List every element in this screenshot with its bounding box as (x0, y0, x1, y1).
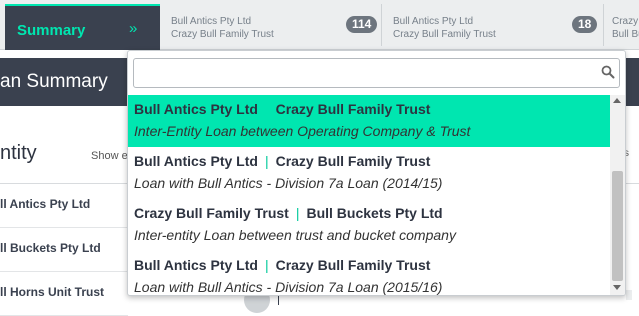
option-separator: | (264, 153, 269, 169)
option-item[interactable]: Crazy Bull Family Trust | Bull Buckets Pty… (128, 199, 610, 251)
entity-row[interactable]: ll Antics Pty Ltd (0, 184, 128, 228)
option-item[interactable]: Bull Antics Pty Ltd | Crazy Bull Family Tr… (128, 251, 610, 295)
tab-summary-label: Summary (17, 22, 86, 39)
option-item[interactable]: Bull Antics Pty Ltd | Crazy Bull Family Tr… (128, 147, 610, 199)
option-description: Inter-Entity Loan between Operating Comp… (134, 123, 471, 139)
option-right-entity: Crazy Bull Family Trust (275, 101, 431, 117)
scroll-up-icon[interactable] (613, 98, 621, 103)
option-right-entity: Bull Buckets Pty Ltd (306, 205, 443, 221)
option-separator: | (295, 205, 300, 221)
option-separator: | (264, 101, 269, 117)
tab-entity-left: Bull Antics Pty Ltd (393, 16, 474, 27)
show-label: Show e (91, 150, 128, 162)
scroll-stub (626, 290, 632, 300)
tab-loan[interactable]: Bull Antics Pty Ltd Crazy Bull Family Tr… (382, 4, 604, 46)
tab-loan[interactable]: Bull Antics Pty Ltd Crazy Bull Family Tr… (160, 4, 382, 46)
option-right-entity: Crazy Bull Family Trust (275, 153, 431, 169)
search-icon[interactable] (601, 65, 615, 79)
tab-entity-right: Crazy Bull Family Trust (171, 29, 274, 40)
option-entities: Crazy Bull Family Trust | Bull Buckets Pty… (134, 205, 443, 221)
results-list: Bull Antics Pty Ltd | Crazy Bull Family Tr… (128, 95, 610, 295)
option-left-entity: Crazy Bull Family Trust (134, 205, 289, 221)
entity-name: ll Antics Pty Ltd (0, 197, 91, 211)
option-item[interactable]: Bull Antics Pty Ltd | Crazy Bull Family Tr… (128, 95, 610, 147)
option-description: Loan with Bull Antics - Division 7a Loan… (134, 279, 443, 295)
double-chevron-right-icon[interactable]: » (129, 20, 138, 37)
count-badge: 114 (346, 16, 378, 33)
count-badge: 18 (572, 16, 598, 33)
tab-entity-right: Crazy Bull Family Trust (393, 29, 496, 40)
option-description: Loan with Bull Antics - Division 7a Loan… (134, 175, 443, 191)
option-right-entity: Crazy Bull Family Trust (275, 257, 431, 273)
loan-picker-dropdown: Bull Antics Pty Ltd | Crazy Bull Family Tr… (127, 50, 626, 296)
tab-loan[interactable]: Crazy B Bull Bu (604, 4, 639, 46)
option-description: Inter-entity Loan between trust and buck… (134, 227, 456, 243)
tab-entity-left: Crazy B (612, 16, 639, 27)
option-entities: Bull Antics Pty Ltd | Crazy Bull Family Tr… (134, 101, 430, 117)
option-left-entity: Bull Antics Pty Ltd (134, 153, 258, 169)
scrollbar-thumb[interactable] (612, 171, 623, 281)
option-left-entity: Bull Antics Pty Ltd (134, 101, 258, 117)
entity-name: ll Buckets Pty Ltd (0, 241, 101, 255)
scrollbar[interactable] (610, 95, 625, 295)
search-box (133, 58, 620, 88)
page-title: an Summary (0, 71, 108, 92)
option-separator: | (264, 257, 269, 273)
tab-entity-left: Bull Antics Pty Ltd (171, 16, 252, 27)
option-left-entity: Bull Antics Pty Ltd (134, 257, 258, 273)
option-entities: Bull Antics Pty Ltd | Crazy Bull Family Tr… (134, 153, 430, 169)
tab-entity-right: Bull Bu (612, 29, 639, 40)
search-input[interactable] (134, 59, 594, 87)
tab-strip: Summary » Bull Antics Pty Ltd Crazy Bull… (0, 0, 639, 50)
entity-row[interactable]: ll Horns Unit Trust (0, 272, 128, 316)
option-entities: Bull Antics Pty Ltd | Crazy Bull Family Tr… (134, 257, 430, 273)
section-title: ntity (0, 142, 37, 164)
scroll-down-icon[interactable] (613, 285, 621, 290)
entity-name: ll Horns Unit Trust (0, 285, 105, 299)
tab-summary[interactable]: Summary » (5, 4, 160, 50)
entity-row[interactable]: ll Buckets Pty Ltd (0, 228, 128, 272)
